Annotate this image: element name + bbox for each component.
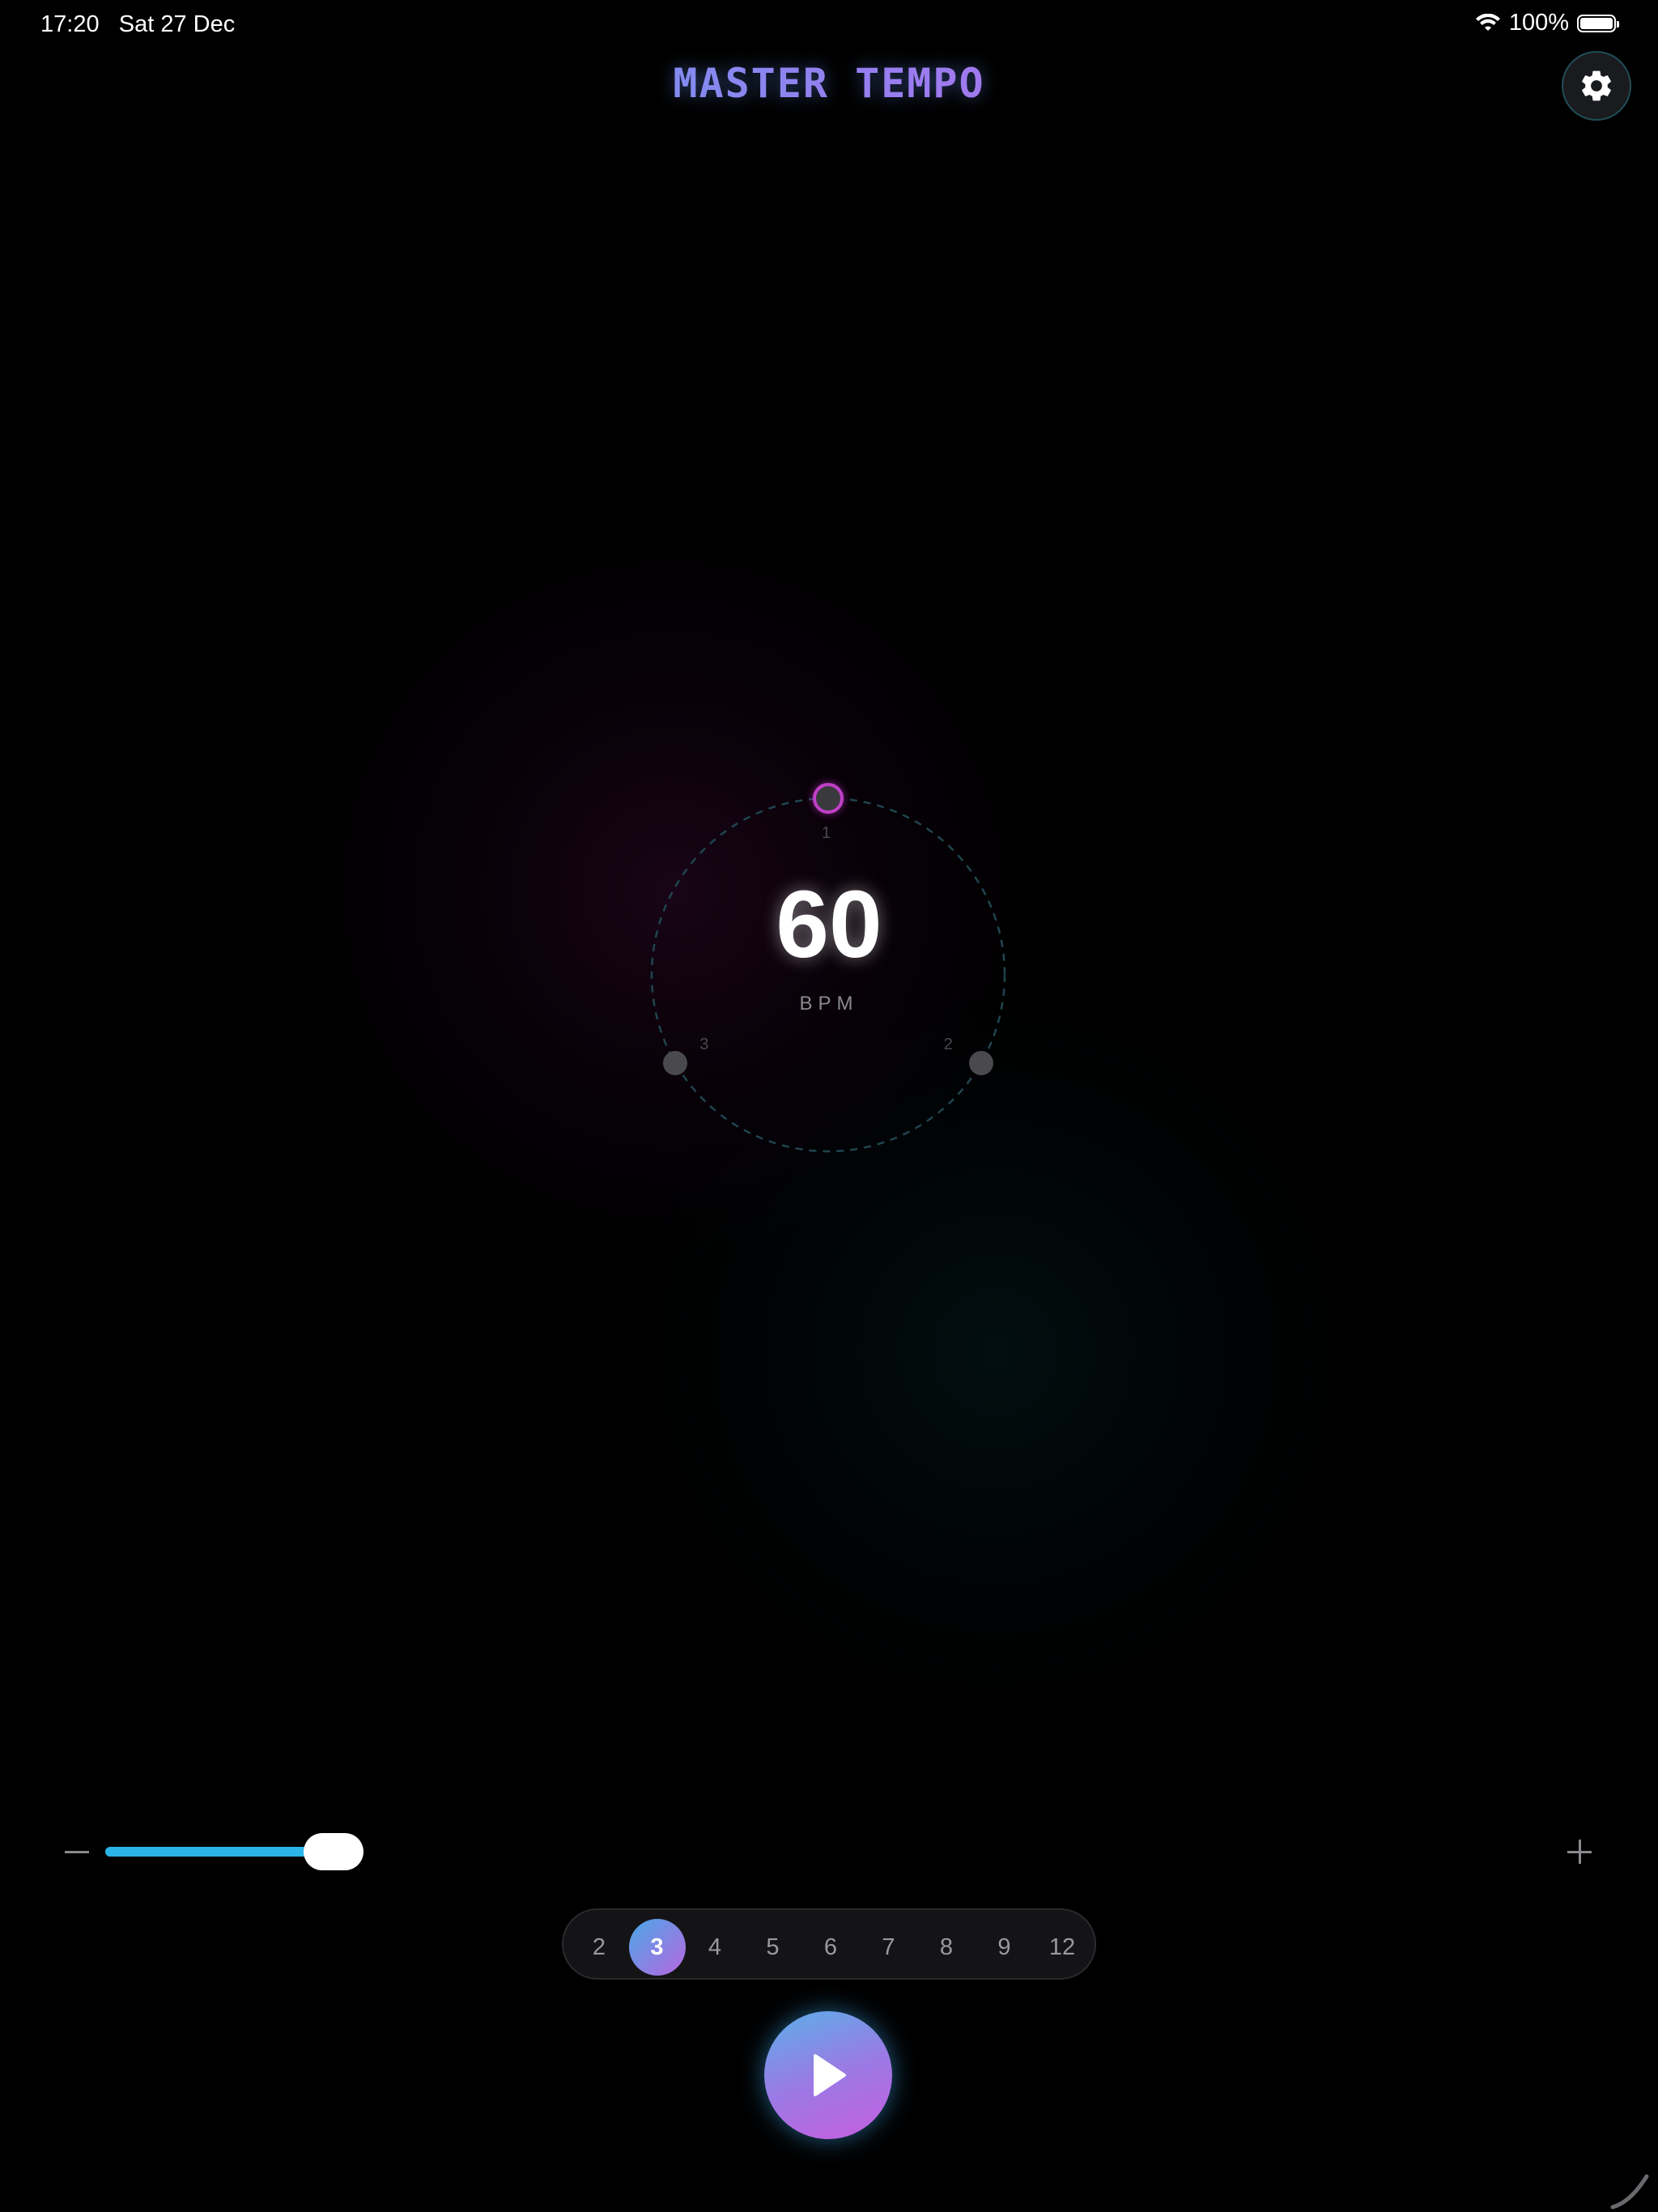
- time-signature-option-4[interactable]: 4: [687, 1919, 743, 1976]
- beat-dot-2: [968, 1051, 993, 1075]
- time-signature-option-3[interactable]: 3: [628, 1919, 686, 1976]
- battery-icon: [1577, 14, 1619, 32]
- time-signature-option-8[interactable]: 8: [918, 1919, 975, 1976]
- time-signature-option-9[interactable]: 9: [976, 1919, 1033, 1976]
- beat-label-1: 1: [822, 824, 831, 842]
- status-bar-time: 17:20 Sat 27 Dec: [40, 11, 235, 38]
- volume-slider-thumb[interactable]: [304, 1833, 363, 1870]
- app-screen: 17:20 Sat 27 Dec 100% MASTER TEMPO 60 BP…: [0, 0, 1658, 2212]
- time-signature-option-2[interactable]: 2: [571, 1919, 627, 1976]
- status-time: 17:20: [40, 11, 100, 37]
- time-signature-option-6[interactable]: 6: [802, 1919, 859, 1976]
- status-date: Sat 27 Dec: [118, 11, 236, 37]
- time-signature-option-12[interactable]: 12: [1034, 1919, 1090, 1976]
- plus-icon[interactable]: [1567, 1840, 1592, 1864]
- battery-percent: 100%: [1508, 10, 1569, 36]
- home-corner-indicator: [1610, 2174, 1649, 2210]
- beat-dot-3: [663, 1051, 688, 1075]
- settings-button[interactable]: [1562, 51, 1631, 121]
- app-title: MASTER TEMPO: [0, 60, 1658, 107]
- volume-slider-fill: [105, 1847, 335, 1857]
- status-bar-right: 100%: [1475, 10, 1619, 36]
- beat-label-3: 3: [699, 1036, 709, 1053]
- play-button[interactable]: [764, 2011, 892, 2139]
- bpm-unit-label: BPM: [799, 993, 859, 1015]
- time-signature-selector: 2 3 4 5 6 7 8 9 12: [562, 1908, 1096, 1980]
- gear-icon: [1582, 70, 1611, 101]
- beat-dot-1: [813, 783, 844, 814]
- beat-label-2: 2: [943, 1036, 953, 1053]
- bpm-value[interactable]: 60: [0, 877, 1658, 972]
- time-signature-option-5[interactable]: 5: [745, 1919, 801, 1976]
- minus-icon[interactable]: [65, 1851, 89, 1853]
- play-icon: [814, 2054, 846, 2096]
- wifi-icon: [1475, 13, 1500, 31]
- time-signature-option-7[interactable]: 7: [861, 1919, 917, 1976]
